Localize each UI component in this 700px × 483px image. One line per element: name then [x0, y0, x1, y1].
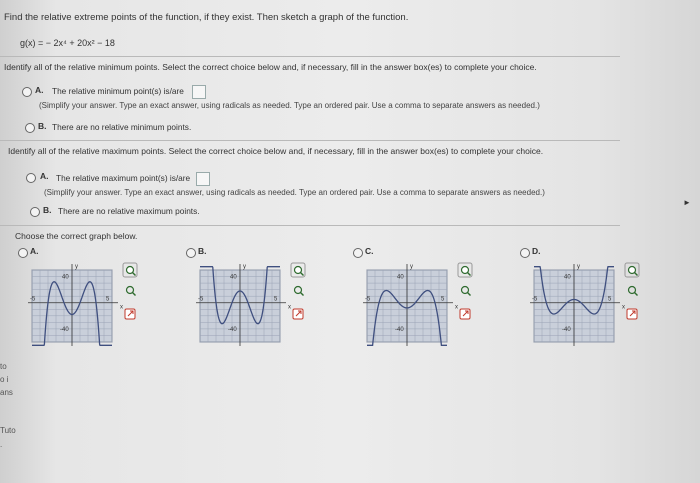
y-tick-label: 40 — [62, 275, 69, 281]
external-link-icon[interactable] — [626, 308, 638, 320]
min-choice-a-text: The relative minimum point(s) is/are — [52, 86, 184, 96]
y-tick-label: -40 — [395, 327, 404, 333]
side-fragment: o i — [0, 375, 9, 384]
min-choice-b-label: B. — [38, 121, 47, 131]
graph-instruction: Choose the correct graph below. — [15, 231, 138, 241]
scroll-marker-icon: ► — [683, 198, 691, 207]
x-tick-label: -5 — [198, 297, 204, 303]
y-tick-label: -40 — [60, 327, 69, 333]
side-fragment: Tuto — [0, 426, 16, 435]
function-expression: g(x) = − 2x⁴ + 20x² − 18 — [20, 38, 115, 48]
side-fragment: . — [0, 440, 3, 449]
zoom-out-icon[interactable] — [293, 285, 304, 296]
function-text: g(x) = − 2x⁴ + 20x² − 18 — [20, 38, 115, 48]
zoom-out-icon[interactable] — [460, 285, 471, 296]
min-answer-box[interactable] — [192, 85, 206, 99]
external-link-icon[interactable] — [124, 308, 136, 320]
graph-option-label: B. — [198, 246, 207, 256]
graph-plot: 40-40-5 5yx — [196, 262, 306, 346]
y-axis-label: y — [577, 264, 580, 270]
zoom-in-icon[interactable] — [457, 262, 473, 278]
zoom-in-icon[interactable] — [624, 262, 640, 278]
external-link-icon[interactable] — [459, 308, 471, 320]
divider — [0, 225, 620, 226]
graph-option-label: D. — [532, 246, 541, 256]
y-tick-label: 40 — [564, 275, 571, 281]
external-link-icon[interactable] — [292, 308, 304, 320]
divider — [0, 56, 620, 57]
x-axis-label: x — [455, 305, 458, 311]
zoom-in-icon[interactable] — [290, 262, 306, 278]
min-choice-b-text: There are no relative minimum points. — [52, 122, 192, 132]
min-choice-a-hint: (Simplify your answer. Type an exact ans… — [39, 101, 540, 110]
side-fragment: to — [0, 362, 7, 371]
x-axis-label: x — [120, 305, 123, 311]
graph-option-label: A. — [30, 246, 39, 256]
zoom-out-icon[interactable] — [627, 285, 638, 296]
max-choice-b-label: B. — [43, 205, 52, 215]
x-tick-label: -5 — [365, 297, 371, 303]
divider — [0, 140, 620, 141]
problem-statement: Find the relative extreme points of the … — [4, 12, 409, 23]
y-tick-label: 40 — [397, 275, 404, 281]
graph-plot: 40-40-5 5yx — [530, 262, 640, 346]
x-axis-label: x — [288, 305, 291, 311]
zoom-in-icon[interactable] — [122, 262, 138, 278]
y-tick-label: 40 — [230, 275, 237, 281]
min-choice-b-radio[interactable] — [25, 123, 35, 133]
max-choice-a-text: The relative maximum point(s) is/are — [56, 173, 191, 183]
max-instruction: Identify all of the relative maximum poi… — [8, 146, 544, 156]
max-answer-box[interactable] — [196, 172, 210, 186]
max-choice-b-radio[interactable] — [30, 207, 40, 217]
max-choice-a-label: A. — [40, 171, 49, 181]
y-axis-label: y — [75, 264, 78, 270]
question-page: Find the relative extreme points of the … — [0, 0, 700, 483]
x-tick-label: -5 — [532, 297, 538, 303]
graph-plot: 40-40-5 5yx — [363, 262, 473, 346]
side-fragment: ans — [0, 388, 13, 397]
max-choice-b-text: There are no relative maximum points. — [58, 206, 200, 216]
x-axis-label: x — [622, 305, 625, 311]
y-tick-label: -40 — [228, 327, 237, 333]
y-axis-label: y — [243, 264, 246, 270]
graph-option-label: C. — [365, 246, 374, 256]
min-instruction: Identify all of the relative minimum poi… — [4, 62, 537, 72]
zoom-out-icon[interactable] — [125, 285, 136, 296]
max-choice-a-radio[interactable] — [26, 173, 36, 183]
y-tick-label: -40 — [562, 327, 571, 333]
min-choice-a-radio[interactable] — [22, 87, 32, 97]
graph-plot: 40-40-5 5yx — [28, 262, 138, 346]
min-choice-a-label: A. — [35, 85, 44, 95]
x-tick-label: -5 — [30, 297, 36, 303]
max-choice-a-hint: (Simplify your answer. Type an exact ans… — [44, 188, 545, 197]
y-axis-label: y — [410, 264, 413, 270]
